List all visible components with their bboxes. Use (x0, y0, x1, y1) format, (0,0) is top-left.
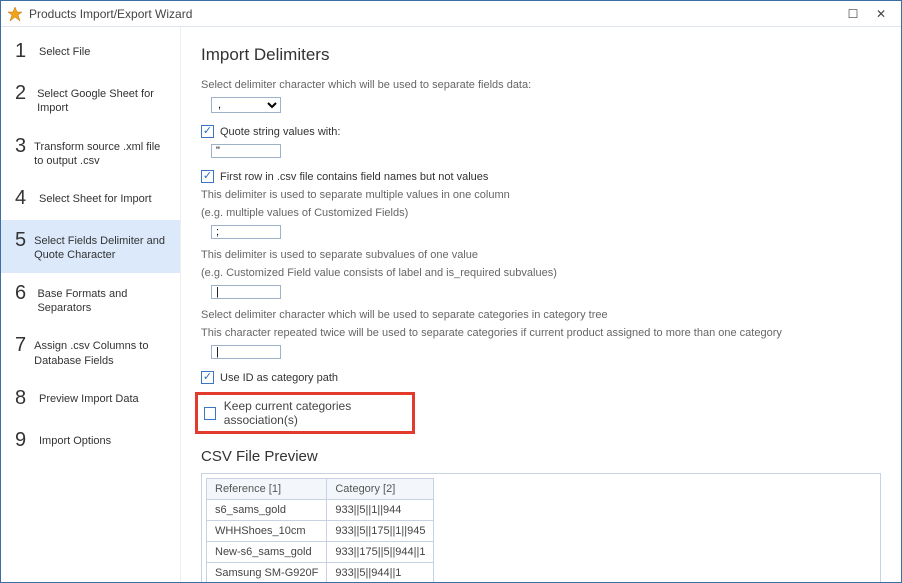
table-row: WHHShoes_10cm 933||5||175||1||945 (207, 521, 434, 542)
category-desc1: Select delimiter character which will be… (201, 309, 881, 321)
use-id-checkbox[interactable] (201, 371, 214, 384)
app-icon (7, 6, 23, 22)
csv-preview-box: Reference [1] Category [2] s6_sams_gold … (201, 473, 881, 582)
multi-value-desc2: (e.g. multiple values of Customized Fiel… (201, 207, 881, 219)
col-category: Category [2] (327, 479, 434, 500)
table-row: Samsung SM-G920F 933||5||944||1 (207, 563, 434, 583)
field-delimiter-desc: Select delimiter character which will be… (201, 79, 881, 91)
step-9-options[interactable]: 9 Import Options (1, 420, 180, 462)
step-3-transform[interactable]: 3 Transform source .xml file to output .… (1, 126, 180, 179)
quote-input[interactable] (211, 144, 281, 158)
page-title: Import Delimiters (201, 45, 881, 65)
keep-associations-label: Keep current categories association(s) (224, 399, 406, 427)
use-id-label: Use ID as category path (220, 372, 338, 384)
subvalue-desc1: This delimiter is used to separate subva… (201, 249, 881, 261)
step-1-select-file[interactable]: 1 Select File (1, 31, 180, 73)
keep-associations-highlight: Keep current categories association(s) (195, 392, 415, 434)
multi-value-delimiter-input[interactable] (211, 225, 281, 239)
field-delimiter-select[interactable]: , (211, 97, 281, 113)
category-delimiter-input[interactable] (211, 345, 281, 359)
col-reference: Reference [1] (207, 479, 327, 500)
window-title: Products Import/Export Wizard (29, 7, 839, 21)
titlebar: Products Import/Export Wizard ☐ ✕ (1, 1, 901, 27)
subvalue-desc2: (e.g. Customized Field value consists of… (201, 267, 881, 279)
firstrow-checkbox[interactable] (201, 170, 214, 183)
step-8-preview[interactable]: 8 Preview Import Data (1, 378, 180, 420)
quote-checkbox[interactable] (201, 125, 214, 138)
multi-value-desc1: This delimiter is used to separate multi… (201, 189, 881, 201)
step-2-google-sheet[interactable]: 2 Select Google Sheet for Import (1, 73, 180, 126)
wizard-content: Import Delimiters Select delimiter chara… (181, 27, 901, 582)
table-header-row: Reference [1] Category [2] (207, 479, 434, 500)
csv-preview-table: Reference [1] Category [2] s6_sams_gold … (206, 478, 434, 582)
keep-associations-checkbox[interactable] (204, 407, 216, 420)
table-row: New-s6_sams_gold 933||175||5||944||1 (207, 542, 434, 563)
wizard-steps-sidebar: 1 Select File 2 Select Google Sheet for … (1, 27, 181, 582)
table-row: s6_sams_gold 933||5||1||944 (207, 500, 434, 521)
quote-label: Quote string values with: (220, 126, 340, 138)
subvalue-delimiter-input[interactable] (211, 285, 281, 299)
close-button[interactable]: ✕ (867, 7, 895, 21)
firstrow-label: First row in .csv file contains field na… (220, 171, 488, 183)
preview-title: CSV File Preview (201, 448, 881, 465)
step-6-formats[interactable]: 6 Base Formats and Separators (1, 273, 180, 326)
step-4-select-sheet[interactable]: 4 Select Sheet for Import (1, 178, 180, 220)
step-5-delimiters[interactable]: 5 Select Fields Delimiter and Quote Char… (1, 220, 180, 273)
step-7-assign-columns[interactable]: 7 Assign .csv Columns to Database Fields (1, 325, 180, 378)
maximize-button[interactable]: ☐ (839, 7, 867, 21)
category-desc2: This character repeated twice will be us… (201, 327, 881, 339)
